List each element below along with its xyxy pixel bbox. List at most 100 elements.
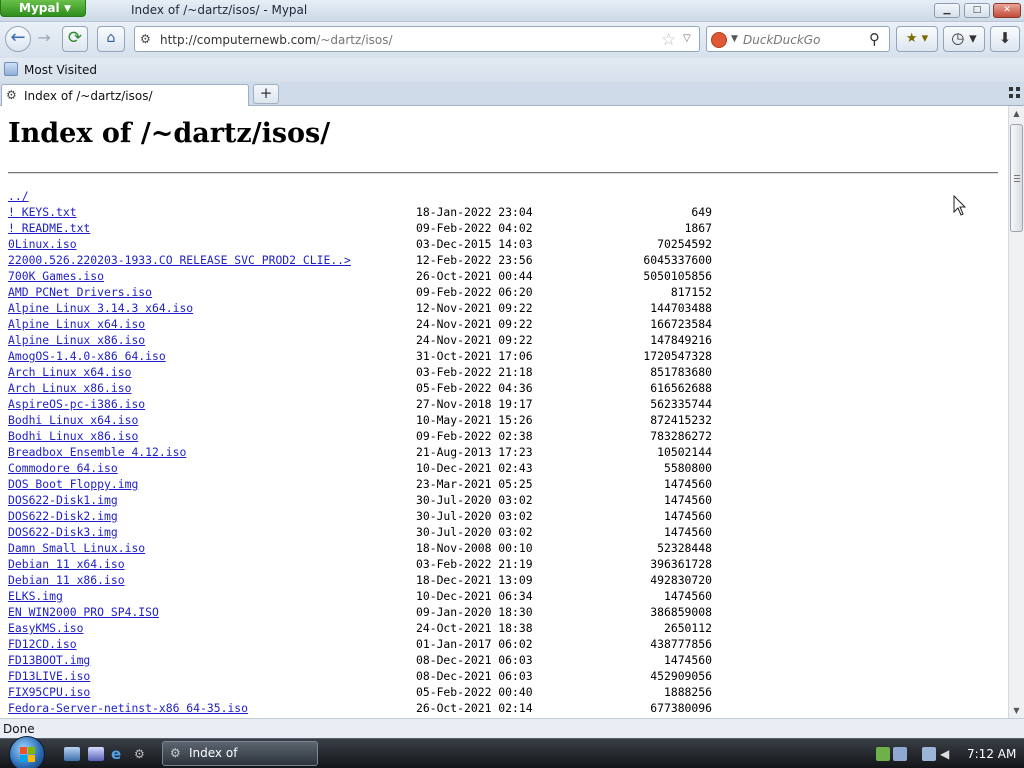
table-row: EasyKMS.iso 24-Oct-2021 18:38 2650112 bbox=[8, 620, 728, 636]
forward-button[interactable]: → bbox=[32, 26, 56, 52]
search-input[interactable] bbox=[743, 33, 863, 47]
app-menu-button[interactable]: Mypal ▼ bbox=[0, 0, 86, 17]
switch-windows-icon[interactable] bbox=[88, 747, 104, 761]
taskbar: e ⚙ ⚙ Index of /~dartz/iso... ◀ 7:12 AM bbox=[0, 736, 1024, 768]
file-size: 1474560 bbox=[663, 493, 712, 507]
file-link[interactable]: EasyKMS.iso bbox=[8, 620, 83, 636]
table-row: FD13LIVE.iso 08-Dec-2021 06:03 452909056 bbox=[8, 668, 728, 684]
table-row: ! README.txt 09-Feb-2022 04:02 1867 bbox=[8, 220, 728, 236]
show-desktop-icon[interactable] bbox=[64, 747, 80, 761]
downloads-button[interactable]: ⬇ bbox=[990, 26, 1020, 52]
back-button[interactable]: ← bbox=[5, 26, 31, 52]
tray-app-icon[interactable] bbox=[893, 747, 907, 761]
file-link[interactable]: Debian 11 x64.iso bbox=[8, 556, 125, 572]
mypal-icon: ⚙ bbox=[170, 746, 181, 760]
scrollbar-thumb[interactable] bbox=[1010, 124, 1023, 232]
table-row: AmogOS-1.4.0-x86 64.iso 31-Oct-2021 17:06… bbox=[8, 348, 728, 364]
taskbar-window-button[interactable]: ⚙ Index of /~dartz/iso... bbox=[162, 741, 318, 766]
file-link[interactable]: AspireOS-pc-i386.iso bbox=[8, 396, 145, 412]
file-link[interactable]: 22000.526.220203-1933.CO RELEASE SVC PRO… bbox=[8, 252, 351, 268]
file-date: 08-Dec-2021 06:03 bbox=[416, 653, 533, 667]
maximize-button[interactable]: □ bbox=[964, 3, 990, 18]
search-bar[interactable]: ▼ ⚲ bbox=[706, 26, 890, 52]
table-row: DOS622-Disk2.img 30-Jul-2020 03:02 1474560 bbox=[8, 508, 728, 524]
file-size: 1474560 bbox=[663, 653, 712, 667]
file-date: 26-Oct-2021 02:14 bbox=[416, 701, 533, 715]
search-icon[interactable]: ⚲ bbox=[869, 30, 880, 48]
file-date: 12-Nov-2021 09:22 bbox=[416, 301, 533, 315]
file-size: 2650112 bbox=[663, 621, 712, 635]
network-icon[interactable] bbox=[922, 747, 936, 761]
file-link[interactable]: Alpine Linux 3.14.3 x64.iso bbox=[8, 300, 193, 316]
file-date: 30-Jul-2020 03:02 bbox=[416, 493, 533, 507]
start-button[interactable] bbox=[9, 736, 45, 768]
home-button[interactable]: ⌂ bbox=[97, 26, 125, 52]
url-input[interactable]: http://computernewb.com/~dartz/isos/ bbox=[160, 33, 393, 47]
chevron-down-icon[interactable]: ▼ bbox=[731, 34, 738, 44]
file-link[interactable]: FD13BOOT.img bbox=[8, 652, 90, 668]
bookmarks-button[interactable]: ★ ▾ bbox=[896, 26, 938, 52]
file-link[interactable]: FIX95CPU.iso bbox=[8, 684, 90, 700]
mouse-cursor-icon bbox=[953, 195, 967, 216]
file-size: 10502144 bbox=[657, 445, 712, 459]
file-link[interactable]: Breadbox Ensemble 4.12.iso bbox=[8, 444, 186, 460]
file-link[interactable]: Arch Linux x86.iso bbox=[8, 380, 131, 396]
file-link[interactable]: EN WIN2000 PRO SP4.ISO bbox=[8, 604, 159, 620]
table-row: AspireOS-pc-i386.iso 27-Nov-2018 19:17 562… bbox=[8, 396, 728, 412]
scroll-down-icon[interactable]: ▼ bbox=[1009, 703, 1024, 718]
vertical-scrollbar[interactable]: ▲ ▼ bbox=[1008, 106, 1024, 718]
minimize-button[interactable]: ▁ bbox=[934, 3, 960, 18]
file-link[interactable]: 0Linux.iso bbox=[8, 236, 77, 252]
file-link[interactable]: Arch Linux x64.iso bbox=[8, 364, 131, 380]
history-button[interactable]: ◷ ▾ bbox=[943, 26, 985, 52]
file-link[interactable]: ! KEYS.txt bbox=[8, 204, 77, 220]
clock[interactable]: 7:12 AM bbox=[967, 747, 1016, 761]
file-link[interactable]: Bodhi Linux x86.iso bbox=[8, 428, 138, 444]
file-size: 452909056 bbox=[650, 669, 712, 683]
file-link[interactable]: Debian 11 x86.iso bbox=[8, 572, 125, 588]
mypal-icon[interactable]: ⚙ bbox=[134, 747, 150, 761]
file-link[interactable]: AMD PCNet Drivers.iso bbox=[8, 284, 152, 300]
tab-list-icon[interactable] bbox=[1009, 87, 1021, 99]
file-link[interactable]: ELKS.img bbox=[8, 588, 63, 604]
file-link[interactable]: Fedora-Server-netinst-x86 64-35.iso bbox=[8, 700, 248, 716]
parent-directory-link[interactable]: ../ bbox=[8, 188, 29, 204]
duckduckgo-icon[interactable] bbox=[711, 32, 727, 48]
table-row: FD13BOOT.img 08-Dec-2021 06:03 1474560 bbox=[8, 652, 728, 668]
file-size: 1474560 bbox=[663, 525, 712, 539]
internet-explorer-icon[interactable]: e bbox=[111, 747, 127, 762]
file-link[interactable]: Alpine Linux x86.iso bbox=[8, 332, 145, 348]
scroll-up-icon[interactable]: ▲ bbox=[1009, 106, 1024, 121]
url-dropdown-icon[interactable]: ▽ bbox=[683, 33, 691, 44]
close-button[interactable]: ✕ bbox=[993, 3, 1021, 18]
volume-icon[interactable]: ◀ bbox=[940, 747, 954, 761]
navigation-toolbar: ← → ⟳ ⌂ ⚙ http://computernewb.com/~dartz… bbox=[0, 22, 1024, 58]
file-link[interactable]: DOS622-Disk2.img bbox=[8, 508, 118, 524]
site-identity-icon[interactable]: ⚙ bbox=[140, 32, 154, 46]
file-date: 09-Feb-2022 04:02 bbox=[416, 221, 533, 235]
file-link[interactable]: Commodore 64.iso bbox=[8, 460, 118, 476]
file-link[interactable]: DOS Boot Floppy.img bbox=[8, 476, 138, 492]
file-link[interactable]: DOS622-Disk3.img bbox=[8, 524, 118, 540]
file-link[interactable]: Damn Small Linux.iso bbox=[8, 540, 145, 556]
file-link[interactable]: FD12CD.iso bbox=[8, 636, 77, 652]
file-link[interactable]: FD13LIVE.iso bbox=[8, 668, 90, 684]
page-icon: ⚙ bbox=[6, 88, 17, 102]
file-link[interactable]: ! README.txt bbox=[8, 220, 90, 236]
new-tab-button[interactable]: + bbox=[253, 84, 279, 104]
table-row: Arch Linux x64.iso 03-Feb-2022 21:18 85178… bbox=[8, 364, 728, 380]
file-size: 1867 bbox=[684, 221, 712, 235]
file-link[interactable]: 700K Games.iso bbox=[8, 268, 104, 284]
table-row: Commodore 64.iso 10-Dec-2021 02:43 5580800 bbox=[8, 460, 728, 476]
url-bar[interactable]: ⚙ http://computernewb.com/~dartz/isos/ ☆… bbox=[134, 26, 700, 52]
reload-button[interactable]: ⟳ bbox=[62, 26, 88, 52]
file-link[interactable]: AmogOS-1.4.0-x86 64.iso bbox=[8, 348, 166, 364]
bookmark-star-icon[interactable]: ☆ bbox=[661, 30, 676, 50]
tray-update-icon[interactable] bbox=[876, 747, 890, 761]
file-link[interactable]: Alpine Linux x64.iso bbox=[8, 316, 145, 332]
url-host: http://computernewb.com bbox=[160, 33, 317, 47]
tab-active[interactable]: ⚙ Index of /~dartz/isos/ bbox=[1, 84, 249, 107]
file-link[interactable]: Bodhi Linux x64.iso bbox=[8, 412, 138, 428]
file-link[interactable]: DOS622-Disk1.img bbox=[8, 492, 118, 508]
bookmark-most-visited[interactable]: Most Visited bbox=[24, 63, 97, 77]
